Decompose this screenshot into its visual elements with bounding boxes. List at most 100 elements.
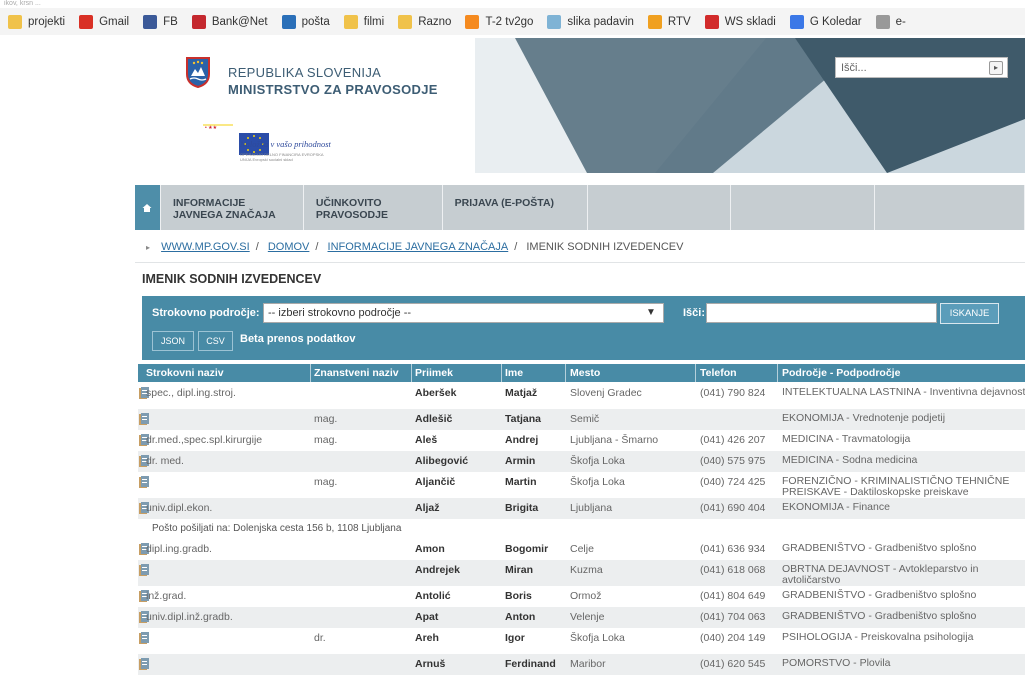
bookmark-1[interactable]: projekti xyxy=(8,14,65,29)
cell-podrocje: PSIHOLOGIJA - Preiskovalna psihologija xyxy=(782,631,974,643)
breadcrumb-home-site[interactable]: WWW.MP.GOV.SI xyxy=(161,241,250,253)
cell-podrocje: EKONOMIJA - Vrednotenje podjetij xyxy=(782,412,946,424)
nav-item-3[interactable]: PRIJAVA (E-POŠTA) xyxy=(443,185,588,230)
column-separator xyxy=(310,364,311,382)
bookmarks-bar: projekti Gmail FB Bank@Net pošta filmi Razno T-… xyxy=(0,8,1025,35)
bookmark-7[interactable]: Razno xyxy=(398,14,452,29)
bookmark-label: slika padavin xyxy=(567,15,634,28)
cell-priimek: Areh xyxy=(415,632,439,644)
bookmark-11[interactable]: WS skladi xyxy=(704,14,776,29)
cell-podrocje: POMORSTVO - Plovila xyxy=(782,657,891,669)
breadcrumb: ▸ WWW.MP.GOV.SI / DOMOV / INFORMACIJE JAVN… xyxy=(146,241,684,253)
column-header-2[interactable]: Znanstveni naziv xyxy=(314,367,399,379)
home-button[interactable] xyxy=(135,185,161,230)
csv-export-button[interactable]: CSV xyxy=(198,331,233,351)
cell-podrocje: EKONOMIJA - Finance xyxy=(782,501,890,513)
search-button[interactable]: ISKANJE xyxy=(940,303,999,324)
bookmark-13[interactable]: e- xyxy=(875,14,906,29)
breadcrumb-domov[interactable]: DOMOV xyxy=(268,241,310,253)
cell-telefon: (041) 426 207 xyxy=(700,434,766,446)
cell-podrocje: INTELEKTUALNA LASTNINA - Inventivna deja… xyxy=(782,386,1025,398)
breadcrumb-current: IMENIK SODNIH IZVEDENCEV xyxy=(526,241,684,253)
bookmark-12[interactable]: G Koledar xyxy=(789,14,862,29)
cell-mesto: Kuzma xyxy=(570,564,603,576)
json-export-button[interactable]: JSON xyxy=(152,331,194,351)
cell-mesto: Maribor xyxy=(570,658,606,670)
bookmark-label: Bank@Net xyxy=(211,15,268,28)
cell-telefon: (040) 724 425 xyxy=(700,476,766,488)
document-icon[interactable] xyxy=(139,658,149,671)
document-icon[interactable] xyxy=(139,476,149,489)
nav-item-2[interactable]: UČINKOVITO PRAVOSODJE xyxy=(304,185,443,230)
column-header-7[interactable]: Področje - Podpodročje xyxy=(782,367,900,379)
cell-ime: Martin xyxy=(505,476,537,488)
nav-item-5[interactable] xyxy=(731,185,876,230)
cell-podrocje: MEDICINA - Sodna medicina xyxy=(782,454,918,466)
cell-ime: Ferdinand xyxy=(505,658,556,670)
cell-ime: Boris xyxy=(505,590,532,602)
document-icon[interactable] xyxy=(139,564,149,577)
document-icon[interactable] xyxy=(139,632,149,645)
bookmark-10[interactable]: RTV xyxy=(647,14,691,29)
cell-priimek: Aljaž xyxy=(415,502,440,514)
cell-podrocje: MEDICINA - Travmatologija xyxy=(782,433,911,445)
breadcrumb-informacije[interactable]: INFORMACIJE JAVNEGA ZNAČAJA xyxy=(328,241,509,253)
bookmark-label: Razno xyxy=(418,15,452,28)
header-republika: REPUBLIKA SLOVENIJA xyxy=(228,65,382,80)
search-go-button[interactable]: ▸ xyxy=(989,61,1003,75)
bookmark-label: Gmail xyxy=(99,15,130,28)
facebook-icon xyxy=(143,14,158,29)
breadcrumb-arrow-icon: ▸ xyxy=(146,243,151,252)
bookmark-label: e- xyxy=(895,15,906,28)
bookmark-2[interactable]: Gmail xyxy=(79,14,130,29)
home-icon xyxy=(142,203,152,212)
cell-telefon: (041) 690 404 xyxy=(700,502,766,514)
cell-naziv: spec., dipl.ing.stroj. xyxy=(146,387,236,399)
nav-item-1[interactable]: INFORMACIJE JAVNEGA ZNAČAJA xyxy=(161,185,304,230)
bookmark-4[interactable]: Bank@Net xyxy=(191,14,268,29)
column-header-4[interactable]: Ime xyxy=(505,367,523,379)
cell-naziv: dr. med. xyxy=(146,455,184,467)
cell-priimek: Alibegović xyxy=(415,455,469,467)
bookmark-8[interactable]: T-2 tv2go xyxy=(465,14,533,29)
cell-mesto: Škofja Loka xyxy=(570,476,625,488)
column-header-3[interactable]: Priimek xyxy=(415,367,453,379)
ws-icon xyxy=(704,14,719,29)
cell-znanstveni: mag. xyxy=(314,413,338,425)
column-header-5[interactable]: Mesto xyxy=(570,367,600,379)
bookmark-5[interactable]: pošta xyxy=(281,14,330,29)
bookmark-3[interactable]: FB xyxy=(143,14,178,29)
beta-download-label: Beta prenos podatkov xyxy=(240,333,356,345)
page-icon xyxy=(875,14,890,29)
document-icon[interactable] xyxy=(139,413,149,426)
cell-priimek: Aleš xyxy=(415,434,438,446)
cell-ime: Matjaž xyxy=(505,387,538,399)
cell-priimek: Andrejek xyxy=(415,564,460,576)
column-separator xyxy=(565,364,566,382)
nav-item-4[interactable] xyxy=(588,185,732,230)
chevron-down-icon: ▼ xyxy=(646,307,656,318)
cell-znanstveni: mag. xyxy=(314,476,338,488)
bookmark-6[interactable]: filmi xyxy=(343,14,384,29)
column-header-6[interactable]: Telefon xyxy=(700,367,737,379)
header-ministrstvo[interactable]: MINISTRSTVO ZA PRAVOSODJE xyxy=(228,82,438,97)
cell-naziv: inž.grad. xyxy=(146,590,187,602)
bookmark-label: pošta xyxy=(301,15,330,28)
slovenia-crest-icon[interactable] xyxy=(185,56,211,88)
cell-podrocje: GRADBENIŠTVO - Gradbeništvo splošno xyxy=(782,610,977,622)
cell-ime: Armin xyxy=(505,455,536,467)
cell-ime: Brigita xyxy=(505,502,539,514)
cell-ime: Bogomir xyxy=(505,543,549,555)
directory-search-input[interactable] xyxy=(706,303,937,323)
main-nav: INFORMACIJE JAVNEGA ZNAČAJA UČINKOVITO PRAV… xyxy=(135,185,1025,230)
cell-podrocje: GRADBENIŠTVO - Gradbeništvo splošno xyxy=(782,589,977,601)
cell-naziv: dr.med.,spec.spl.kirurgije xyxy=(146,434,263,446)
cell-telefon: (041) 620 545 xyxy=(700,658,766,670)
bookmark-9[interactable]: slika padavin xyxy=(547,14,634,29)
cell-znanstveni: dr. xyxy=(314,632,326,644)
column-separator xyxy=(777,364,778,382)
column-header-1[interactable]: Strokovni naziv xyxy=(146,367,224,379)
search-label: Išči: xyxy=(683,307,706,319)
nav-item-6[interactable] xyxy=(875,185,1025,230)
bookmark-label: WS skladi xyxy=(724,15,776,28)
